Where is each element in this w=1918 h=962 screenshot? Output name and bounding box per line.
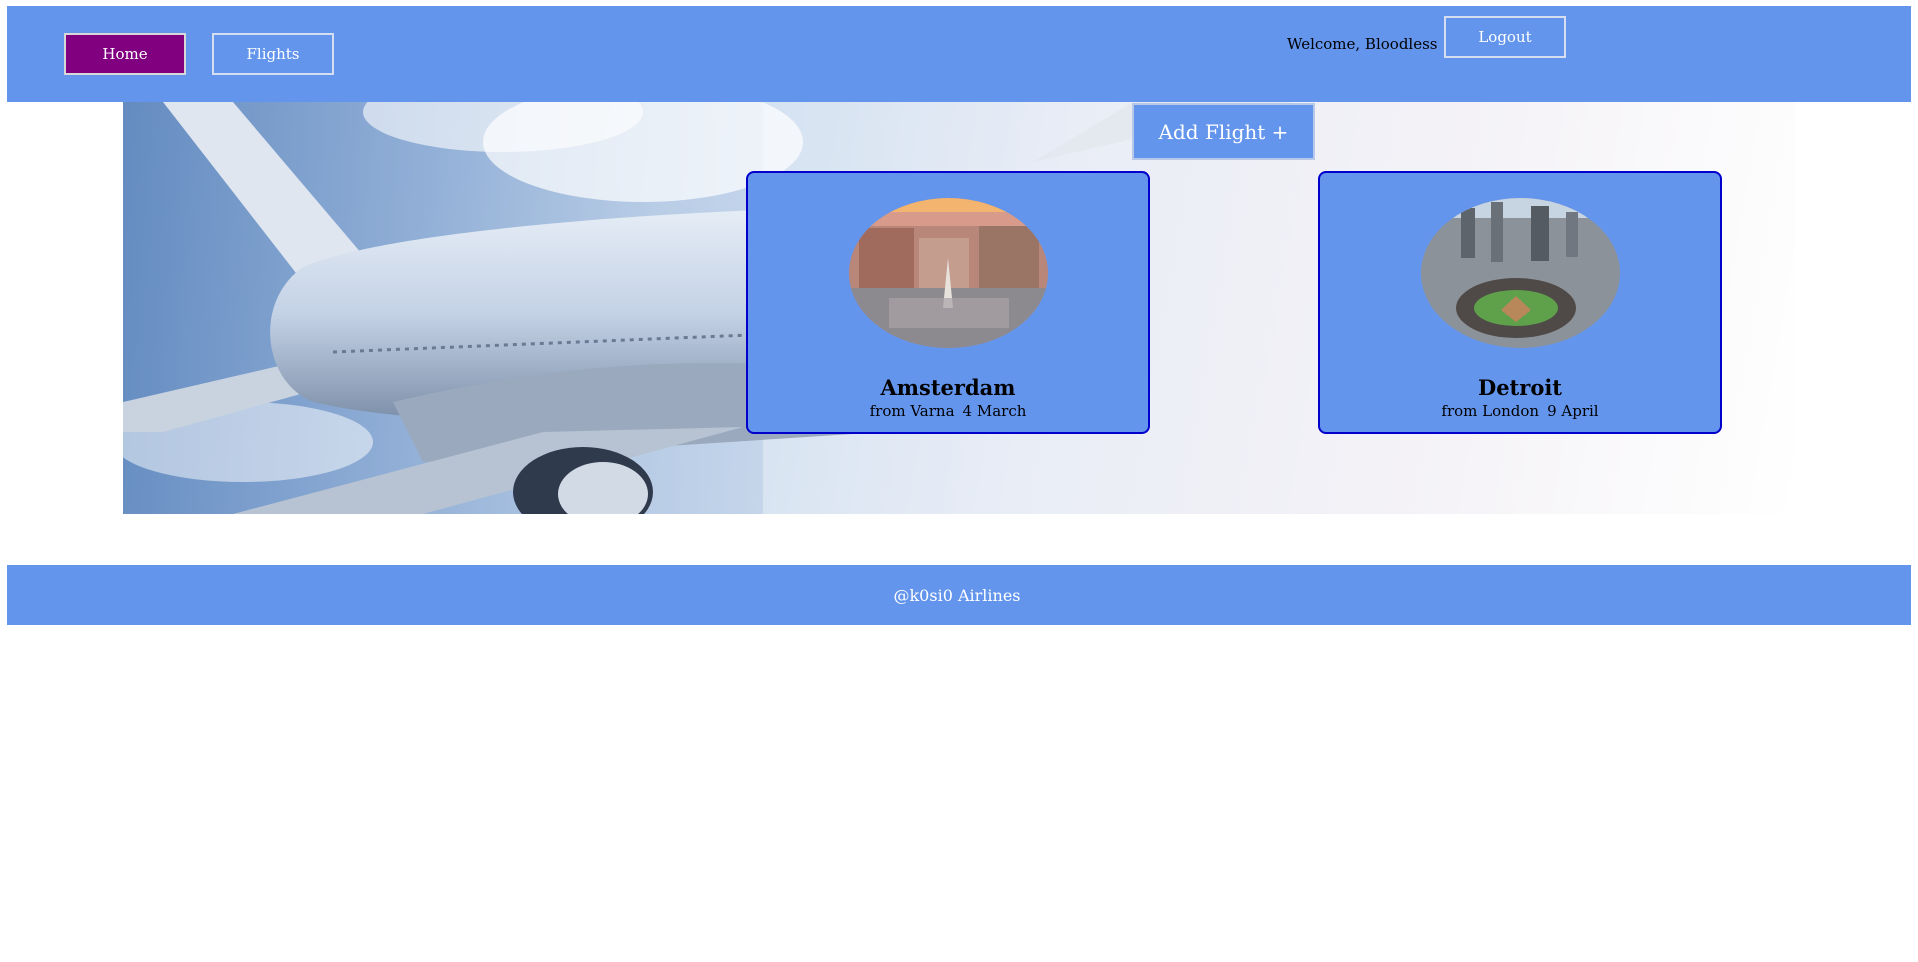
- detroit-photo: [1421, 198, 1620, 348]
- flight-city: Detroit: [1477, 375, 1563, 400]
- flight-city: Amsterdam: [880, 375, 1016, 400]
- flight-details: from London 9 April: [1320, 402, 1720, 420]
- amsterdam-photo: [849, 198, 1048, 348]
- add-flight-button[interactable]: Add Flight +: [1132, 103, 1315, 160]
- logout-button[interactable]: Logout: [1444, 16, 1566, 58]
- flight-origin: from London: [1441, 402, 1540, 420]
- footer-text: @k0si0 Airlines: [893, 585, 1021, 605]
- flight-date: 9 April: [1547, 402, 1599, 420]
- flight-origin: from Varna: [869, 402, 955, 420]
- flight-card-amsterdam[interactable]: Amsterdam from Varna 4 March: [746, 171, 1150, 434]
- flights-button[interactable]: Flights: [212, 33, 334, 75]
- flight-card-detroit[interactable]: Detroit from London 9 April: [1318, 171, 1722, 434]
- flight-details: from Varna 4 March: [748, 402, 1148, 420]
- welcome-text: Welcome, Bloodless: [1287, 35, 1438, 53]
- top-navbar: Home Flights Welcome, Bloodless Logout: [7, 6, 1911, 102]
- footer: @k0si0 Airlines: [7, 565, 1911, 625]
- flight-date: 4 March: [962, 402, 1027, 420]
- home-button[interactable]: Home: [64, 33, 186, 75]
